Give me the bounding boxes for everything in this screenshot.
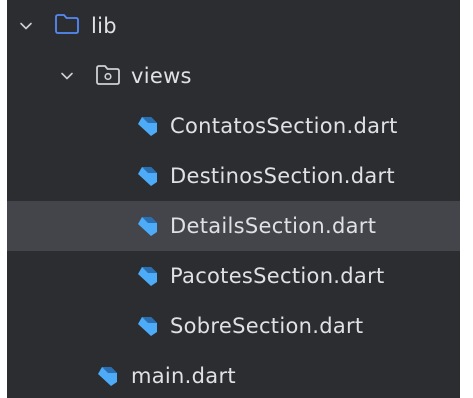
- tree-item-label: PacotesSection.dart: [170, 264, 385, 288]
- tree-item-file[interactable]: PacotesSection.dart: [7, 251, 460, 301]
- dart-file-icon: [138, 167, 157, 186]
- package-folder-icon: [96, 65, 120, 85]
- tree-item-file[interactable]: SobreSection.dart: [7, 301, 460, 351]
- folder-icon: [55, 14, 79, 34]
- chevron-down-icon[interactable]: [18, 18, 34, 34]
- dart-file-icon: [138, 217, 157, 236]
- tree-item-label: main.dart: [131, 364, 236, 388]
- tree-item-label: DetailsSection.dart: [170, 214, 377, 238]
- tree-item-file[interactable]: ContatosSection.dart: [7, 101, 460, 151]
- dart-file-icon: [138, 317, 157, 336]
- tree-item-label: views: [131, 64, 192, 88]
- dart-file-icon: [138, 267, 157, 286]
- dart-file-icon: [138, 117, 157, 136]
- tree-item-views[interactable]: views: [7, 51, 460, 101]
- tree-item-lib[interactable]: lib: [7, 1, 460, 51]
- tree-item-file[interactable]: DestinosSection.dart: [7, 151, 460, 201]
- tree-item-file-selected[interactable]: DetailsSection.dart: [7, 201, 460, 251]
- tree-item-label: DestinosSection.dart: [170, 164, 395, 188]
- tree-item-label: SobreSection.dart: [170, 314, 364, 338]
- tree-item-main-file[interactable]: main.dart: [7, 351, 460, 398]
- tree-item-label: ContatosSection.dart: [170, 114, 398, 138]
- chevron-down-icon[interactable]: [59, 68, 75, 84]
- project-tree: lib views ContatosSection.dart DestinosS…: [7, 0, 460, 398]
- dart-file-icon: [98, 367, 117, 386]
- tree-item-label: lib: [91, 14, 117, 38]
